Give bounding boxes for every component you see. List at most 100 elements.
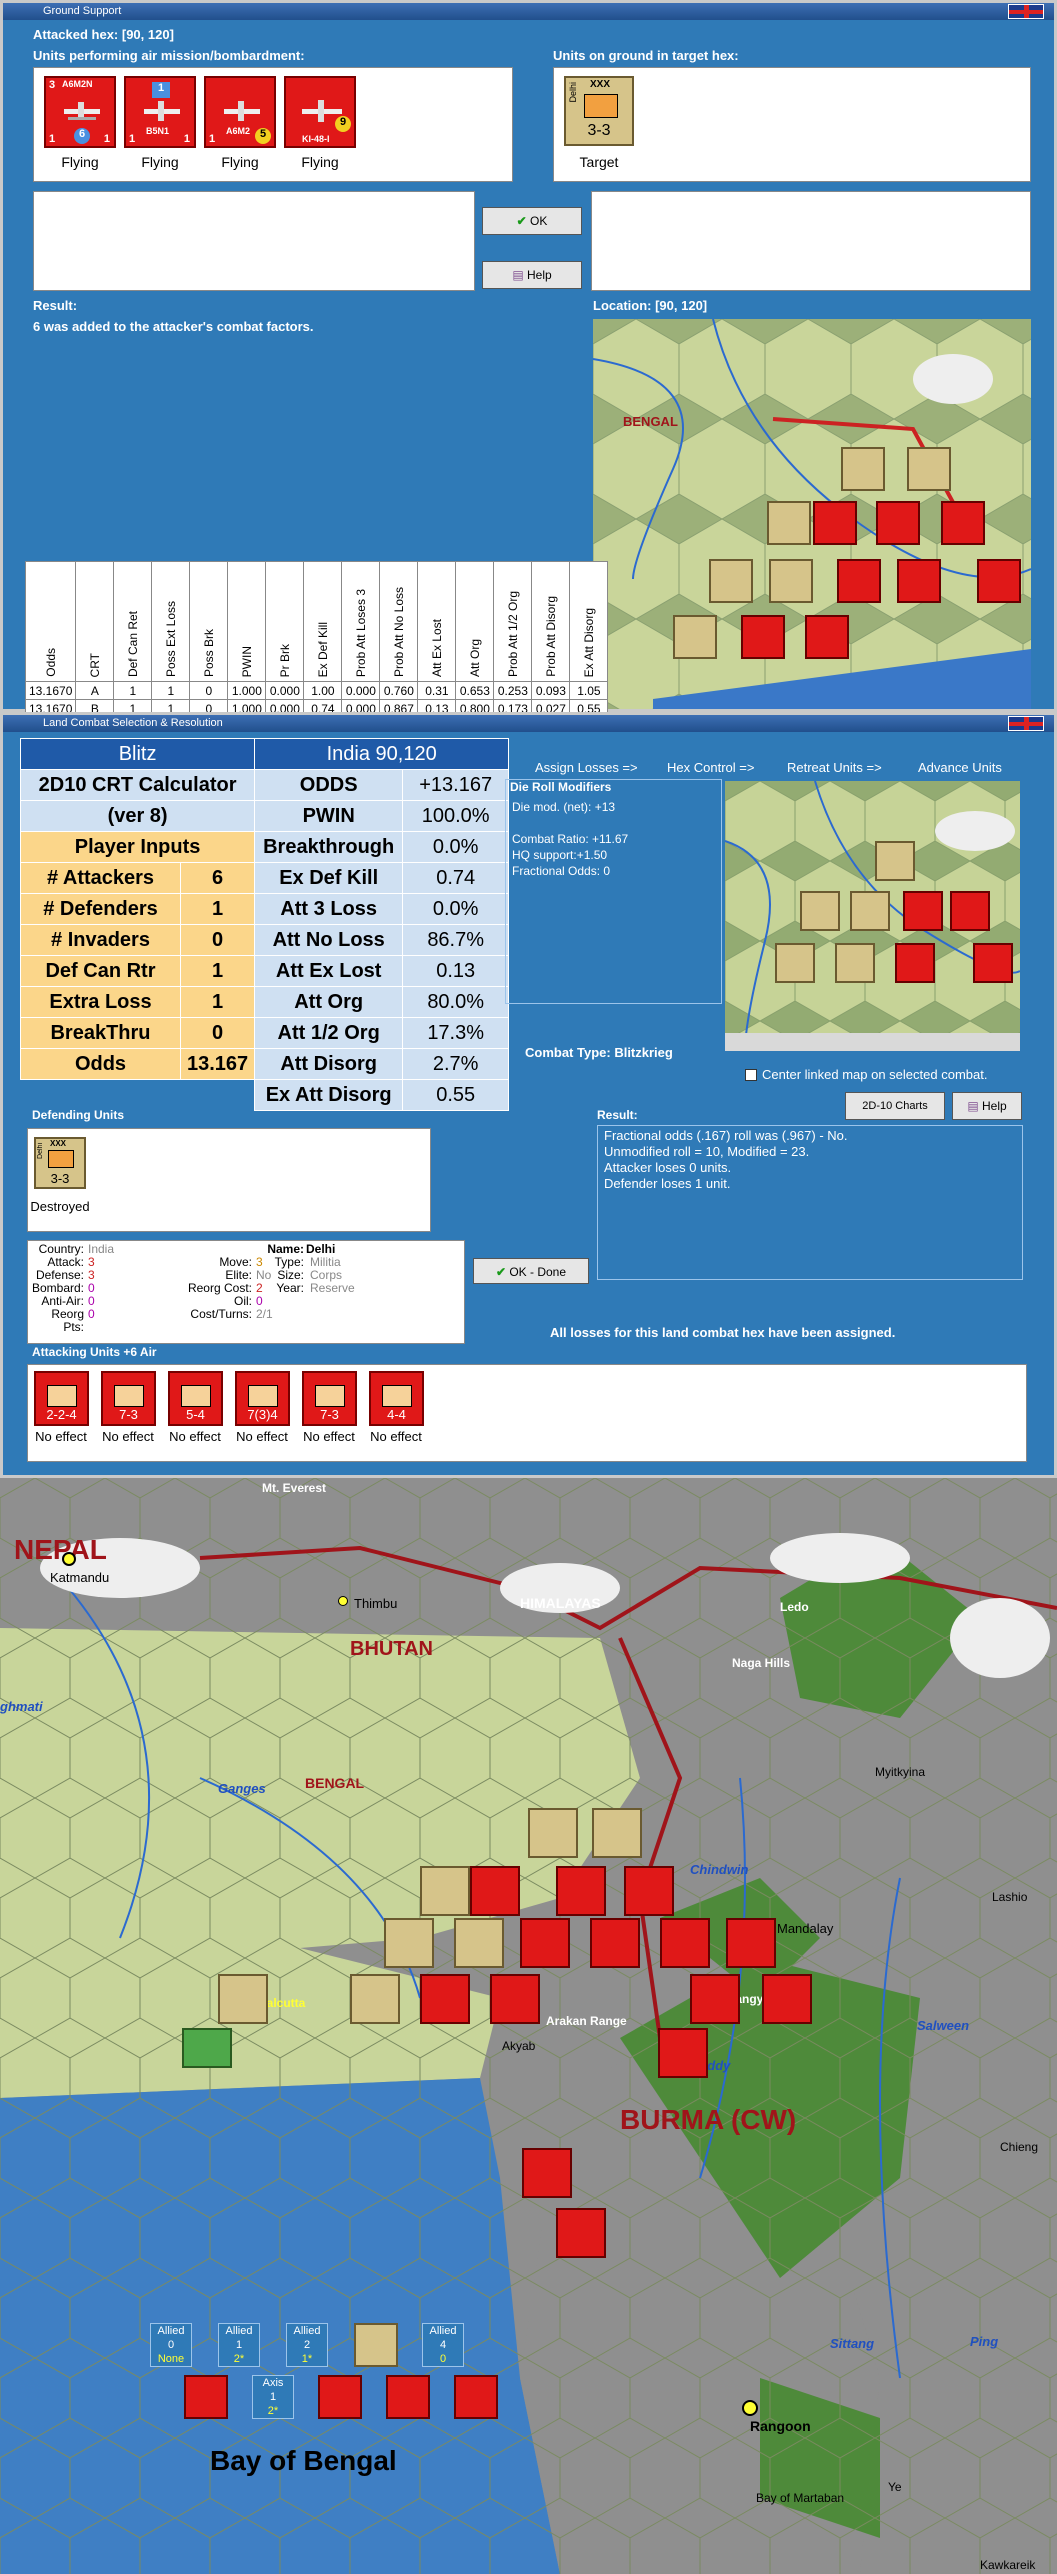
map-unit[interactable] xyxy=(762,1974,812,2024)
attacker-unit[interactable]: 7-3 xyxy=(302,1371,357,1426)
map-unit[interactable] xyxy=(973,943,1013,983)
ok-done-button[interactable]: ✔ OK - Done xyxy=(473,1258,589,1284)
map-unit[interactable] xyxy=(907,447,951,491)
output-label: Ex Def Kill xyxy=(254,862,404,894)
center-map-checkbox[interactable] xyxy=(745,1069,757,1081)
stack-box[interactable]: Allied 2 1* xyxy=(286,2323,328,2367)
col-header: Poss Brk xyxy=(189,561,229,682)
map-unit[interactable] xyxy=(977,559,1021,603)
advance-units-tab[interactable]: Advance Units xyxy=(918,760,1002,775)
charts-button[interactable]: 2D-10 Charts xyxy=(845,1092,945,1120)
map-unit[interactable] xyxy=(590,1918,640,1968)
map-unit[interactable] xyxy=(903,891,943,931)
input-label: # Attackers xyxy=(20,862,181,894)
stack-unit[interactable] xyxy=(318,2375,362,2419)
stack-box[interactable]: Allied 4 0 xyxy=(422,2323,464,2367)
map-unit[interactable] xyxy=(528,1808,578,1858)
result-line: Unmodified roll = 10, Modified = 23. xyxy=(604,1144,810,1159)
map-unit[interactable] xyxy=(775,943,815,983)
map-unit[interactable] xyxy=(420,1866,470,1916)
table-row[interactable]: 13.1670 A 1 1 0 1.000 0.000 1.00 0.000 0.760 0.31 0… xyxy=(24,681,609,700)
map-unit[interactable] xyxy=(709,559,753,603)
hex-control-tab[interactable]: Hex Control => xyxy=(667,760,754,775)
map-unit[interactable] xyxy=(941,501,985,545)
ok-button[interactable]: ✔ OK xyxy=(482,207,582,235)
map-unit[interactable] xyxy=(556,1866,606,1916)
input-value[interactable]: 1 xyxy=(179,986,256,1018)
map-unit[interactable] xyxy=(658,2028,708,2078)
map-unit[interactable] xyxy=(850,891,890,931)
defending-units-panel: XXX Delhi 3-3 Destroyed xyxy=(27,1128,431,1232)
location-minimap[interactable]: BENGAL xyxy=(593,319,1031,709)
map-unit[interactable] xyxy=(420,1974,470,2024)
output-label: Att Disorg xyxy=(254,1048,404,1080)
input-value[interactable]: 0 xyxy=(179,924,256,956)
stack-unit[interactable] xyxy=(386,2375,430,2419)
col-header: CRT xyxy=(75,561,115,682)
die-roll-title: Die Roll Modifiers xyxy=(510,780,612,794)
axis-stack-box[interactable]: Axis 1 2* xyxy=(252,2375,294,2419)
map-unit[interactable] xyxy=(769,559,813,603)
map-unit[interactable] xyxy=(384,1918,434,1968)
map-unit[interactable] xyxy=(673,615,717,659)
stack-unit[interactable] xyxy=(184,2375,228,2419)
help-button[interactable]: ▤ Help xyxy=(952,1092,1022,1120)
map-unit[interactable] xyxy=(837,559,881,603)
map-unit[interactable] xyxy=(624,1866,674,1916)
stack-box[interactable]: Allied 1 2* xyxy=(218,2323,260,2367)
map-unit[interactable] xyxy=(876,501,920,545)
map-unit[interactable] xyxy=(950,891,990,931)
target-unit[interactable]: Delhi XXX 3-3 xyxy=(564,76,634,146)
defender-unit[interactable]: XXX Delhi 3-3 xyxy=(34,1137,86,1189)
map-terrain xyxy=(0,1478,1057,2574)
map-unit[interactable] xyxy=(805,615,849,659)
map-unit[interactable] xyxy=(350,1974,400,2024)
air-unit[interactable]: A6M2 1 5 xyxy=(204,76,276,148)
attacker-unit[interactable]: 4-4 xyxy=(369,1371,424,1426)
map-unit[interactable] xyxy=(556,2208,606,2258)
table-header-row: Odds CRT Def Can Ret Poss Ext Loss Poss … xyxy=(24,561,609,682)
map-unit[interactable] xyxy=(592,1808,642,1858)
stack-box[interactable]: Allied 0 None xyxy=(150,2323,192,2367)
combat-minimap[interactable] xyxy=(725,781,1020,1051)
map-unit[interactable] xyxy=(835,943,875,983)
map-unit[interactable] xyxy=(897,559,941,603)
input-value[interactable]: 13.167 xyxy=(179,1048,256,1080)
stack-unit[interactable] xyxy=(354,2323,398,2367)
assign-losses-tab[interactable]: Assign Losses => xyxy=(535,760,638,775)
map-unit[interactable] xyxy=(813,501,857,545)
map-unit[interactable] xyxy=(841,447,885,491)
map-unit[interactable] xyxy=(690,1974,740,2024)
col-header: Prob Att 1/2 Org xyxy=(493,561,533,682)
attacker-unit[interactable]: 5-4 xyxy=(168,1371,223,1426)
map-unit[interactable] xyxy=(660,1918,710,1968)
attacker-unit[interactable]: 2-2-4 xyxy=(34,1371,89,1426)
stack-unit[interactable] xyxy=(454,2375,498,2419)
map-unit[interactable] xyxy=(767,501,811,545)
map-unit[interactable] xyxy=(895,943,935,983)
map-unit[interactable] xyxy=(520,1918,570,1968)
main-hex-map[interactable]: Mt. Everest NEPAL Katmandu Thimbu BHUTAN… xyxy=(0,1478,1057,2574)
map-unit[interactable] xyxy=(218,1974,268,2024)
map-unit[interactable] xyxy=(454,1918,504,1968)
input-value[interactable]: 0 xyxy=(179,1017,256,1049)
air-unit[interactable]: KI-48-I 9 xyxy=(284,76,356,148)
input-value[interactable]: 1 xyxy=(179,955,256,987)
map-unit[interactable] xyxy=(875,841,915,881)
input-value[interactable]: 1 xyxy=(179,893,256,925)
map-unit[interactable] xyxy=(800,891,840,931)
map-unit[interactable] xyxy=(490,1974,540,2024)
land-combat-titlebar: Land Combat Selection & Resolution xyxy=(3,715,1054,732)
map-unit-green[interactable] xyxy=(182,2028,232,2068)
map-unit[interactable] xyxy=(741,615,785,659)
retreat-units-tab[interactable]: Retreat Units => xyxy=(787,760,882,775)
attacker-unit[interactable]: 7(3)4 xyxy=(235,1371,290,1426)
air-unit[interactable]: 3 A6M2N 1 6 1 xyxy=(44,76,116,148)
map-unit[interactable] xyxy=(522,2148,572,2198)
map-unit[interactable] xyxy=(470,1866,520,1916)
attacker-unit[interactable]: 7-3 xyxy=(101,1371,156,1426)
air-unit[interactable]: 1 B5N1 1 1 xyxy=(124,76,196,148)
help-button[interactable]: ▤ Help xyxy=(482,261,582,289)
map-unit[interactable] xyxy=(726,1918,776,1968)
input-value[interactable]: 6 xyxy=(179,862,256,894)
